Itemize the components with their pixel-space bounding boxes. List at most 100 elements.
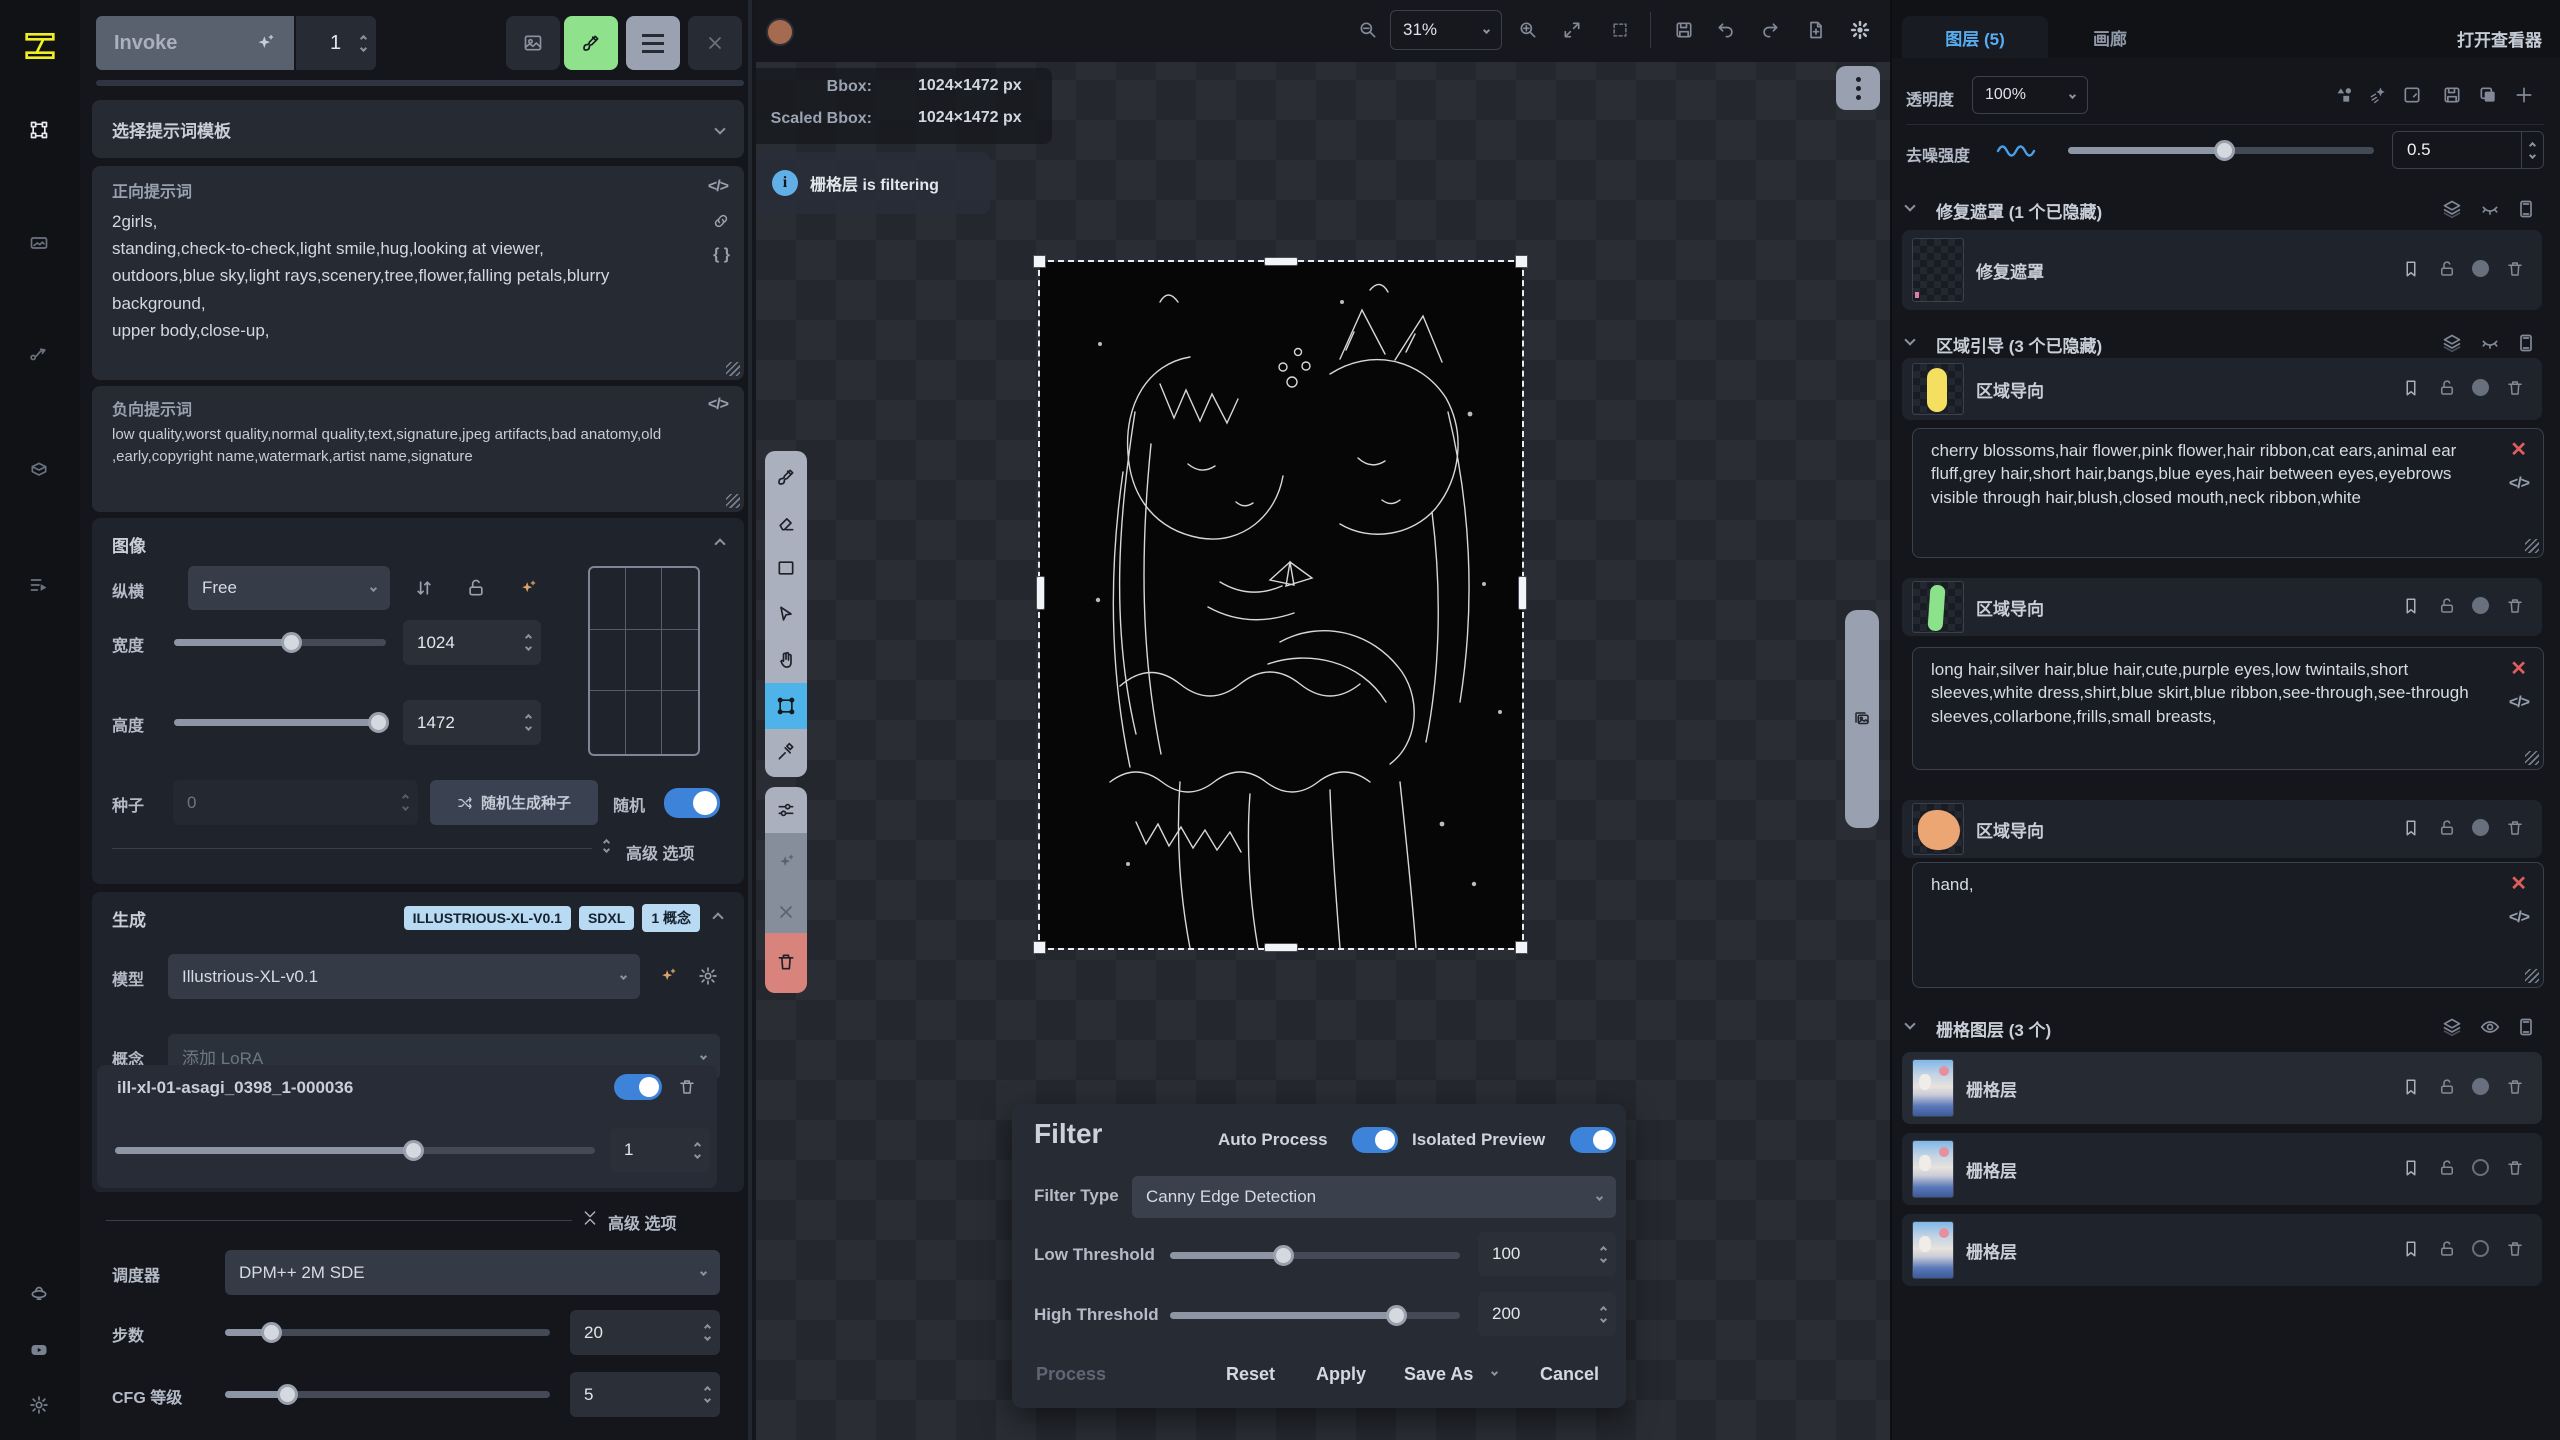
apply-button[interactable]: Apply [1316, 1364, 1366, 1385]
bookmark-icon[interactable] [2402, 819, 2420, 837]
regional-prompt-text[interactable]: hand, [1931, 873, 2487, 979]
regional-layer-row-yellow[interactable]: 区域导向 [1902, 358, 2542, 420]
decrement-icon[interactable] [360, 44, 367, 51]
group-hidden-eye-icon[interactable] [2480, 199, 2500, 219]
panel-scrollbar[interactable] [748, 0, 752, 1440]
resize-handle[interactable] [2525, 539, 2539, 553]
embedding-icon[interactable]: </> [2509, 473, 2529, 495]
remove-prompt-icon[interactable]: ✕ [2510, 656, 2527, 684]
bbox-handle-nw[interactable] [1033, 255, 1046, 268]
negative-prompt-text[interactable]: low quality,worst quality,normal quality… [112, 424, 704, 500]
resize-handle[interactable] [726, 362, 740, 376]
random-seed-toggle[interactable] [664, 788, 720, 818]
aspect-select[interactable]: Free [188, 566, 390, 610]
high-threshold-stepper[interactable]: 200 [1478, 1292, 1616, 1336]
bbox-handle-n[interactable] [1264, 257, 1298, 266]
redo-icon[interactable] [1760, 20, 1780, 40]
bbox-handle-ne[interactable] [1515, 255, 1528, 268]
group-hidden-eye-icon[interactable] [2480, 333, 2500, 353]
width-stepper[interactable]: 1024 [403, 620, 541, 665]
visibility-dot-icon[interactable] [2472, 597, 2489, 614]
canvas-mode-button[interactable] [564, 16, 618, 70]
bbox-handle-w[interactable] [1036, 576, 1045, 610]
visibility-dot-icon[interactable] [2472, 260, 2489, 277]
regional-prompt-yellow[interactable]: cherry blossoms,hair flower,pink flower,… [1912, 428, 2544, 558]
raster-layer-row-2[interactable]: 栅格层 [1902, 1133, 2542, 1205]
group-visible-eye-icon[interactable] [2480, 1017, 2500, 1037]
filter-type-select[interactable]: Canny Edge Detection [1132, 1176, 1616, 1218]
bookmark-icon[interactable] [2402, 597, 2420, 615]
lora-delete-icon[interactable] [678, 1078, 696, 1096]
height-slider[interactable] [174, 712, 386, 732]
canvas-settings-icon[interactable] [1850, 20, 1870, 40]
seed-input[interactable]: 0 [173, 780, 418, 825]
group-frame-icon[interactable] [2516, 1017, 2536, 1037]
delete-layer-icon[interactable] [2506, 379, 2524, 397]
regional-layer-row-green[interactable]: 区域导向 [1902, 578, 2542, 636]
lock-icon[interactable] [2438, 260, 2456, 278]
merge-shapes-icon[interactable] [2335, 85, 2355, 105]
bookmark-icon[interactable] [2402, 1078, 2420, 1096]
menu-button[interactable] [626, 16, 680, 70]
save-layer-icon[interactable] [2442, 85, 2462, 105]
embedding-icon[interactable]: </> [708, 396, 728, 414]
compare-drag-handle[interactable] [1845, 610, 1879, 828]
invoke-button[interactable]: Invoke [96, 16, 294, 70]
workflows-tab-icon[interactable] [29, 345, 49, 365]
process-button[interactable]: Process [1036, 1364, 1106, 1385]
randomize-seed-button[interactable]: 随机生成种子 [430, 780, 598, 825]
delete-layer-icon[interactable] [2506, 1078, 2524, 1096]
delete-layer-icon[interactable] [2506, 597, 2524, 615]
video-help-icon[interactable] [29, 1340, 49, 1360]
inpaint-layer-row[interactable]: 修复遮罩 [1902, 230, 2542, 310]
isolated-preview-toggle[interactable] [1570, 1127, 1616, 1153]
scheduler-select[interactable]: DPM++ 2M SDE [225, 1250, 720, 1295]
delete-layer-icon[interactable] [2506, 1159, 2524, 1177]
trash-tool-icon[interactable] [776, 952, 796, 972]
bbox-handle-s[interactable] [1264, 943, 1298, 952]
embedding-icon[interactable]: </> [2509, 692, 2529, 714]
cfg-stepper[interactable]: 5 [570, 1372, 720, 1417]
group-frame-icon[interactable] [2516, 333, 2536, 353]
zoom-out-icon[interactable] [1358, 20, 1378, 40]
low-threshold-stepper[interactable]: 100 [1478, 1232, 1616, 1276]
filter-tool-icon[interactable] [776, 800, 796, 820]
embedding-icon[interactable]: </> [708, 178, 728, 196]
auto-process-toggle[interactable] [1352, 1127, 1398, 1153]
fit-to-canvas-icon[interactable] [1562, 20, 1582, 40]
visibility-dot-icon[interactable] [2472, 379, 2489, 396]
braces-icon[interactable]: { } [713, 246, 730, 264]
advanced-options-label[interactable]: 高级 选项 [626, 840, 694, 864]
visibility-dot-icon[interactable] [2472, 1159, 2489, 1176]
raster-layer-row-1[interactable]: 栅格层 [1902, 1052, 2542, 1124]
duplicate-layer-icon[interactable] [2478, 85, 2498, 105]
bookmark-icon[interactable] [2402, 260, 2420, 278]
delete-layer-icon[interactable] [2506, 819, 2524, 837]
cancel-button[interactable]: Cancel [1540, 1364, 1599, 1385]
bbox-handle-sw[interactable] [1033, 941, 1046, 954]
lock-icon[interactable] [2438, 1240, 2456, 1258]
batch-count-stepper[interactable]: 1 [296, 16, 376, 70]
remove-prompt-icon[interactable]: ✕ [2510, 871, 2527, 899]
open-viewer-button[interactable]: 打开查看器 [2457, 26, 2542, 51]
canvas-menu-button[interactable] [1836, 66, 1880, 110]
settings-icon[interactable] [29, 1395, 49, 1415]
embedding-icon[interactable]: </> [2509, 907, 2529, 929]
canvas-tab-icon[interactable] [29, 120, 49, 140]
lora-weight-stepper[interactable]: 1 [610, 1128, 710, 1172]
prompt-template-bar[interactable]: 选择提示词模板 [92, 100, 744, 158]
zoom-in-icon[interactable] [1518, 20, 1538, 40]
whats-new-icon[interactable] [29, 1285, 49, 1305]
positive-prompt-box[interactable]: 正向提示词 </> { } 2girls, standing,check-to-… [92, 166, 744, 380]
add-layer-icon[interactable] [2514, 85, 2534, 105]
steps-stepper[interactable]: 20 [570, 1310, 720, 1355]
regional-layer-row-orange[interactable]: 区域导向 [1902, 800, 2542, 858]
lock-icon[interactable] [2438, 1159, 2456, 1177]
delete-layer-icon[interactable] [2506, 1240, 2524, 1258]
resize-handle[interactable] [2525, 751, 2539, 765]
regional-prompt-orange[interactable]: hand, ✕ </> [1912, 862, 2544, 988]
new-session-icon[interactable] [1806, 20, 1826, 40]
lora-weight-slider[interactable] [115, 1140, 595, 1160]
undo-icon[interactable] [1716, 20, 1736, 40]
group-merge-icon[interactable] [2442, 199, 2462, 219]
